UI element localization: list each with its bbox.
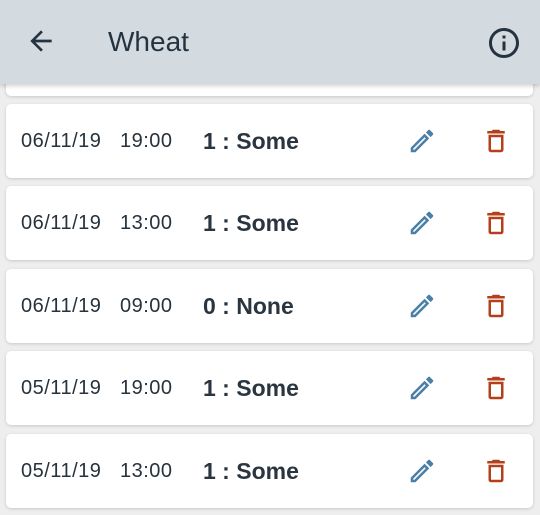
pencil-icon — [410, 129, 434, 153]
info-circle-icon — [489, 28, 519, 58]
page-title: Wheat — [108, 26, 189, 57]
edit-button[interactable] — [402, 286, 442, 326]
list-item: 06/11/19 13:00 1 : Some — [6, 186, 533, 260]
entry-time: 19:00 — [120, 130, 173, 152]
entry-value: 1 : Some — [203, 375, 299, 401]
edit-button[interactable] — [402, 203, 442, 243]
pencil-icon — [410, 376, 434, 400]
delete-button[interactable] — [476, 286, 516, 326]
delete-button[interactable] — [476, 368, 516, 408]
entry-value: 0 : None — [203, 293, 294, 319]
entry-date: 06/11/19 — [21, 130, 102, 152]
app-bar: Wheat — [0, 0, 540, 84]
entry-value: 1 : Some — [203, 458, 299, 484]
entry-date: 05/11/19 — [21, 460, 102, 482]
trash-icon — [487, 294, 505, 318]
entry-value: 1 : Some — [203, 128, 299, 154]
delete-button[interactable] — [476, 451, 516, 491]
list-item: 05/11/19 13:00 1 : Some — [6, 434, 533, 508]
edit-button[interactable] — [402, 451, 442, 491]
back-button[interactable] — [20, 20, 62, 62]
entry-time: 13:00 — [120, 212, 173, 234]
entry-value: 1 : Some — [203, 210, 299, 236]
info-button[interactable] — [482, 21, 526, 65]
pencil-icon — [410, 211, 434, 235]
pencil-icon — [410, 294, 434, 318]
entry-time: 13:00 — [120, 460, 173, 482]
list-item: 06/11/19 19:00 1 : Some — [6, 104, 533, 178]
entry-date: 05/11/19 — [21, 377, 102, 399]
list-item: 06/11/19 09:00 0 : None — [6, 269, 533, 343]
pencil-icon — [410, 459, 434, 483]
edit-button[interactable] — [402, 121, 442, 161]
trash-icon — [487, 376, 505, 400]
trash-icon — [487, 459, 505, 483]
delete-button[interactable] — [476, 121, 516, 161]
trash-icon — [487, 211, 505, 235]
trash-icon — [487, 129, 505, 153]
entry-time: 09:00 — [120, 295, 173, 317]
delete-button[interactable] — [476, 203, 516, 243]
entry-time: 19:00 — [120, 377, 173, 399]
list-item: 05/11/19 19:00 1 : Some — [6, 351, 533, 425]
edit-button[interactable] — [402, 368, 442, 408]
entry-date: 06/11/19 — [21, 212, 102, 234]
entry-date: 06/11/19 — [21, 295, 102, 317]
arrow-left-icon — [30, 30, 52, 52]
